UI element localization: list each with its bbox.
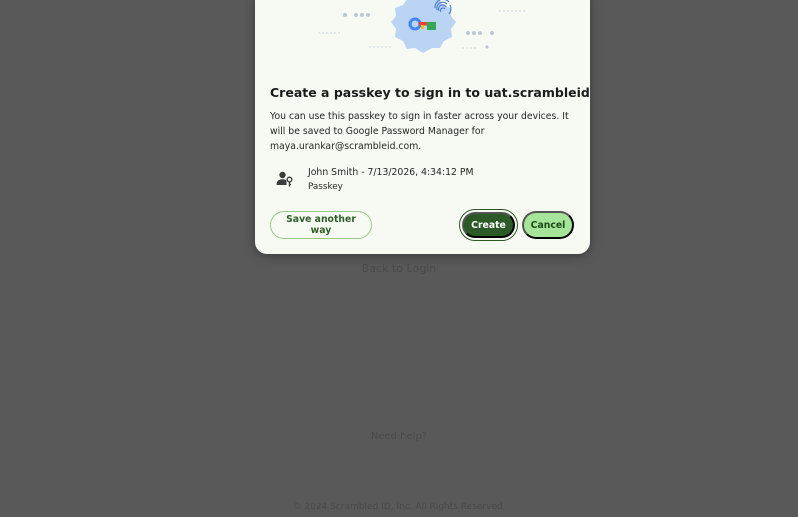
passkey-dialog: Create a passkey to sign in to uat.scram… xyxy=(255,0,590,254)
credential-type: Passkey xyxy=(308,182,343,192)
passkey-key-icon xyxy=(391,0,456,53)
credential-name: John Smith - 7/13/2026, 4:34:12 PM xyxy=(308,167,474,178)
person-key-icon xyxy=(276,171,293,187)
cancel-button[interactable]: Cancel xyxy=(522,211,574,239)
need-help-link[interactable]: Need help? xyxy=(0,431,798,442)
create-button[interactable]: Create xyxy=(459,209,518,241)
passkey-hero-illustration xyxy=(318,0,527,53)
back-to-login-link[interactable]: Back to Login xyxy=(0,262,798,275)
footer-copyright: © 2024 Scrambled ID, Inc. All Rights Res… xyxy=(292,502,506,512)
dialog-title: Create a passkey to sign in to uat.scram… xyxy=(270,85,590,100)
save-another-way-button[interactable]: Save another way xyxy=(270,211,372,239)
credential-entry: John Smith - 7/13/2026, 4:34:12 PM Passk… xyxy=(270,165,575,199)
dialog-description: You can use this passkey to sign in fast… xyxy=(270,111,569,152)
